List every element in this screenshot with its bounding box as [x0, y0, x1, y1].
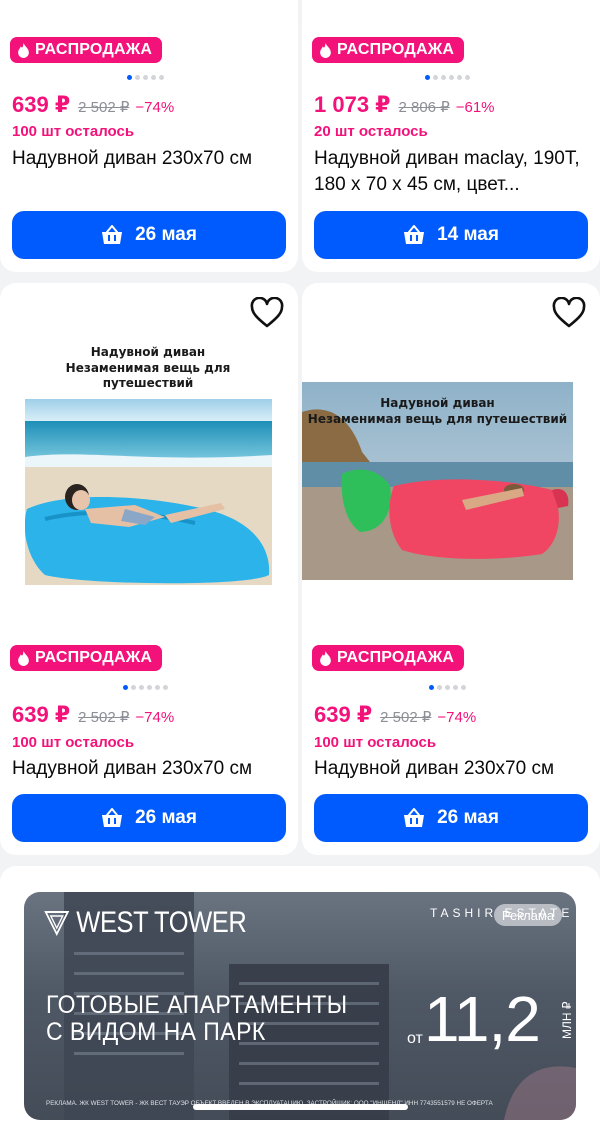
stock-left: 100 шт осталось	[314, 734, 437, 751]
sale-badge-label: РАСПРОДАЖА	[337, 41, 455, 58]
current-price: 639 ₽	[12, 702, 71, 727]
price-row: 639 ₽ 2 502 ₽ −74%	[12, 702, 174, 728]
product-title[interactable]: Надувной диван maclay, 190T, 180 х 70 х …	[314, 146, 589, 198]
sale-badge-label: РАСПРОДАЖА	[35, 649, 153, 666]
image-caption-1: Надувной диван	[380, 396, 495, 410]
flame-icon	[18, 42, 29, 58]
delivery-date: 26 мая	[135, 224, 197, 245]
stock-left: 20 шт осталось	[314, 123, 428, 140]
basket-icon	[102, 808, 123, 827]
pager-dot	[151, 75, 156, 80]
basket-icon	[404, 225, 425, 244]
stock-left: 100 шт осталось	[12, 123, 135, 140]
sale-badge: РАСПРОДАЖА	[312, 37, 465, 63]
pager-dot	[147, 685, 152, 690]
heart-icon[interactable]	[249, 297, 285, 329]
pager-dot	[159, 75, 164, 80]
image-pager-dots	[425, 75, 470, 80]
product-card[interactable]: Надувной диван Незаменимая вещь для путе…	[0, 283, 298, 855]
product-title[interactable]: Надувной диван 230х70 см	[314, 756, 589, 782]
current-price: 1 073 ₽	[314, 92, 391, 117]
pager-dot	[449, 75, 454, 80]
product-title[interactable]: Надувной диван 230х70 см	[12, 146, 287, 172]
image-caption-2: Незаменимая вещь для путешествий	[307, 412, 568, 426]
pager-dot	[135, 75, 140, 80]
pager-dot	[155, 685, 160, 690]
current-price: 639 ₽	[314, 702, 373, 727]
ad-label[interactable]: Реклама	[494, 904, 562, 926]
ad-price-unit: МЛН ₽	[560, 1001, 574, 1039]
product-card[interactable]: РАСПРОДАЖА 639 ₽ 2 502 ₽ −74% 100 шт ост…	[0, 0, 298, 272]
west-tower-logo-icon	[44, 911, 70, 936]
home-indicator[interactable]	[193, 1104, 408, 1110]
old-price: 2 502 ₽	[78, 99, 130, 116]
ad-price: 11,2	[424, 983, 541, 1055]
pager-dot	[457, 75, 462, 80]
delivery-button[interactable]: 26 мая	[314, 794, 588, 842]
product-card[interactable]: РАСПРОДАЖА 1 073 ₽ 2 806 ₽ −61% 20 шт ос…	[302, 0, 600, 272]
image-pager-dots	[123, 685, 168, 690]
flame-icon	[320, 42, 331, 58]
ad-price-prefix: от	[407, 1030, 423, 1047]
pager-dot	[465, 75, 470, 80]
price-row: 639 ₽ 2 502 ₽ −74%	[12, 92, 174, 118]
product-card[interactable]: Надувной диван Незаменимая вещь для путе…	[302, 283, 600, 855]
pager-dot	[163, 685, 168, 690]
discount: −74%	[437, 709, 477, 726]
delivery-button[interactable]: 26 мая	[12, 211, 286, 259]
image-pager-dots	[429, 685, 466, 690]
pager-dot	[123, 685, 128, 690]
pager-dot	[131, 685, 136, 690]
product-title[interactable]: Надувной диван 230х70 см	[12, 756, 287, 782]
pager-dot	[453, 685, 458, 690]
discount: −61%	[455, 99, 495, 116]
pager-dot	[127, 75, 132, 80]
ad-headline: ГОТОВЫЕ АПАРТАМЕНТЫ С ВИДОМ НА ПАРК	[46, 992, 348, 1046]
pager-dot	[139, 685, 144, 690]
delivery-date: 26 мая	[437, 807, 499, 828]
image-caption-1: Надувной диван	[90, 345, 206, 359]
pager-dot	[433, 75, 438, 80]
ad-headline-line-2: С ВИДОМ НА ПАРК	[46, 1018, 266, 1046]
discount: −74%	[135, 99, 175, 116]
price-row: 1 073 ₽ 2 806 ₽ −61%	[314, 92, 495, 118]
ad-headline-line-1: ГОТОВЫЕ АПАРТАМЕНТЫ	[46, 991, 348, 1019]
image-caption-2: Незаменимая вещь для путешествий	[65, 361, 231, 390]
pager-dot	[425, 75, 430, 80]
product-image[interactable]: Надувной диван Незаменимая вещь для путе…	[24, 341, 272, 585]
pager-dot	[143, 75, 148, 80]
product-image[interactable]: Надувной диван Незаменимая вещь для путе…	[302, 382, 573, 580]
price-row: 639 ₽ 2 502 ₽ −74%	[314, 702, 476, 728]
sale-badge: РАСПРОДАЖА	[10, 645, 163, 671]
image-pager-dots	[127, 75, 164, 80]
old-price: 2 502 ₽	[380, 709, 432, 726]
basket-icon	[404, 808, 425, 827]
pager-dot	[445, 685, 450, 690]
discount: −74%	[135, 709, 175, 726]
basket-icon	[102, 225, 123, 244]
flame-icon	[320, 650, 331, 666]
delivery-button[interactable]: 14 мая	[314, 211, 588, 259]
ad-brand-name: WEST TOWER	[76, 906, 247, 939]
beach-photo	[25, 399, 272, 585]
delivery-date: 26 мая	[135, 807, 197, 828]
flame-icon	[18, 650, 29, 666]
old-price: 2 502 ₽	[78, 709, 130, 726]
sale-badge-label: РАСПРОДАЖА	[337, 649, 455, 666]
delivery-button[interactable]: 26 мая	[12, 794, 286, 842]
sale-badge: РАСПРОДАЖА	[312, 645, 465, 671]
sale-badge: РАСПРОДАЖА	[10, 37, 163, 63]
heart-icon[interactable]	[551, 297, 587, 329]
pager-dot	[437, 685, 442, 690]
pager-dot	[461, 685, 466, 690]
delivery-date: 14 мая	[437, 224, 499, 245]
ad-banner[interactable]: WEST TOWER TASHIR ESTATE Реклама ГОТОВЫЕ…	[24, 892, 576, 1120]
pager-dot	[429, 685, 434, 690]
ad-brand: WEST TOWER	[44, 906, 247, 940]
stock-left: 100 шт осталось	[12, 734, 135, 751]
old-price: 2 806 ₽	[398, 99, 450, 116]
sale-badge-label: РАСПРОДАЖА	[35, 41, 153, 58]
current-price: 639 ₽	[12, 92, 71, 117]
pager-dot	[441, 75, 446, 80]
